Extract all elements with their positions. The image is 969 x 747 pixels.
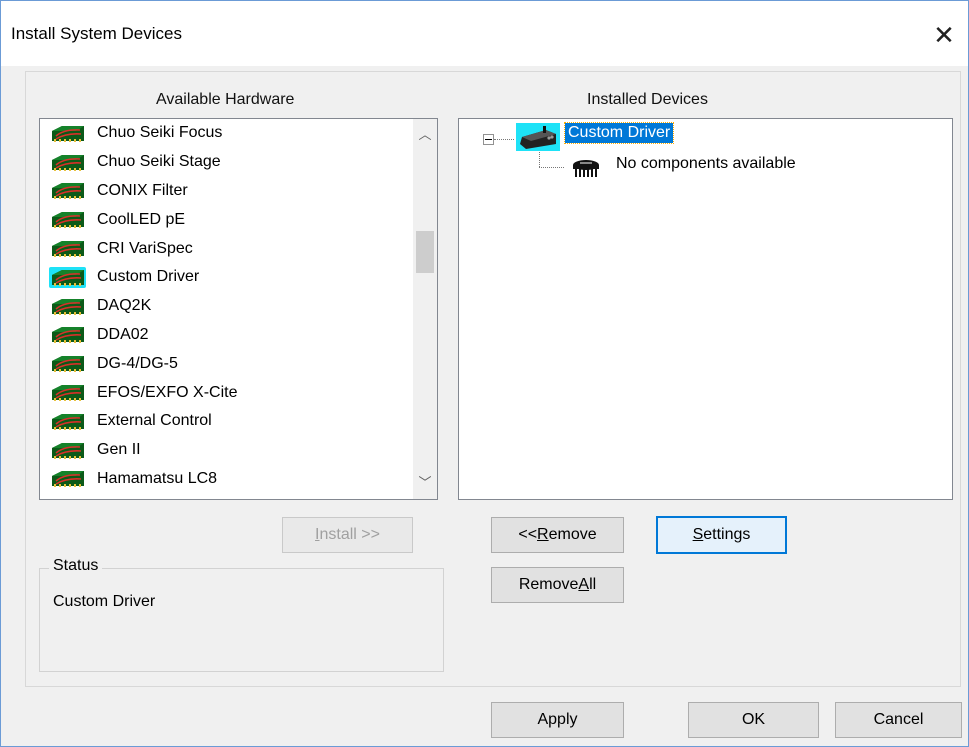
title-bar: Install System Devices ✕ bbox=[1, 1, 968, 66]
hardware-list-item[interactable]: Chuo Seiki Stage bbox=[40, 148, 412, 177]
install-button-label-post: nstall >> bbox=[319, 526, 380, 543]
close-icon[interactable]: ✕ bbox=[924, 15, 964, 55]
tree-node-custom-driver[interactable]: Custom Driver bbox=[563, 122, 675, 144]
hardware-list-item[interactable]: Custom Driver bbox=[40, 263, 412, 292]
hardware-list-item[interactable]: Hamamatsu LC8 bbox=[40, 465, 412, 494]
remove-button-label-pre: << bbox=[518, 526, 538, 543]
installed-devices-tree[interactable]: Custom Driver No components available bbox=[458, 118, 953, 500]
tree-connector bbox=[494, 139, 514, 140]
vertical-scrollbar[interactable]: ︿ ﹀ bbox=[413, 119, 437, 499]
hardware-list-item-label: Chuo Seiki Focus bbox=[97, 124, 223, 142]
hardware-list-item[interactable]: DDA02 bbox=[40, 321, 412, 350]
hardware-list-item-label: EFOS/EXFO X-Cite bbox=[97, 383, 238, 401]
hardware-list-item-label: Hamamatsu LC8 bbox=[97, 469, 218, 487]
hardware-list-item-label: DG-4/DG-5 bbox=[97, 354, 178, 372]
status-text: Custom Driver bbox=[53, 593, 156, 610]
hardware-list-item[interactable]: Chuo Seiki Focus bbox=[40, 119, 412, 148]
hardware-card-icon bbox=[49, 266, 86, 288]
remove-button[interactable]: << Remove bbox=[491, 517, 624, 553]
dialog-title: Install System Devices bbox=[11, 24, 182, 43]
hardware-list-item-label: CRI VariSpec bbox=[97, 239, 193, 257]
remove-all-button-label-pre: Remove bbox=[518, 576, 579, 593]
tree-connector bbox=[539, 167, 564, 168]
hardware-list-item[interactable]: CoolLED pE bbox=[40, 205, 412, 234]
hardware-list-item[interactable]: Gen II bbox=[40, 436, 412, 465]
hardware-list-item-label: Gen II bbox=[97, 441, 141, 459]
hardware-list-item-label: CONIX Filter bbox=[97, 181, 188, 199]
hardware-card-icon bbox=[49, 324, 86, 345]
remove-button-label-post: emove bbox=[548, 526, 597, 543]
hardware-card-icon bbox=[49, 180, 86, 201]
status-legend: Status bbox=[49, 557, 103, 575]
hardware-list-item[interactable]: CONIX Filter bbox=[40, 177, 412, 206]
remove-all-button-label-post: ll bbox=[589, 576, 597, 593]
tree-connector bbox=[539, 149, 540, 167]
hardware-card-icon bbox=[49, 440, 86, 461]
ok-button[interactable]: OK bbox=[688, 702, 819, 738]
status-group-frame bbox=[39, 568, 444, 672]
hardware-card-icon bbox=[49, 238, 86, 259]
hardware-list-item[interactable]: External Control bbox=[40, 407, 412, 436]
settings-button-label-post: ettings bbox=[703, 526, 751, 543]
hardware-list-item-label: CoolLED pE bbox=[97, 210, 186, 228]
hardware-card-icon bbox=[49, 296, 86, 317]
hardware-list-item[interactable]: CRI VariSpec bbox=[40, 234, 412, 263]
collapse-expander-icon[interactable] bbox=[483, 134, 494, 145]
hardware-list-item[interactable]: DG-4/DG-5 bbox=[40, 349, 412, 378]
installed-devices-heading: Installed Devices bbox=[587, 91, 708, 108]
hardware-card-icon bbox=[49, 123, 86, 144]
custom-driver-device-icon bbox=[516, 123, 560, 151]
hardware-list-item[interactable]: DAQ2K bbox=[40, 292, 412, 321]
hardware-card-icon bbox=[49, 382, 86, 403]
hardware-list-items: Chuo Seiki Focus Chuo Seiki Stage CONIX Fi… bbox=[40, 119, 412, 493]
scrollbar-thumb[interactable] bbox=[416, 231, 434, 273]
cancel-button[interactable]: Cancel bbox=[835, 702, 962, 738]
settings-button-access-key: S bbox=[692, 526, 704, 543]
hardware-list-item-label: DAQ2K bbox=[97, 297, 152, 315]
hardware-card-icon bbox=[49, 411, 86, 432]
hardware-card-icon bbox=[49, 209, 86, 230]
hardware-list-item-label: Chuo Seiki Stage bbox=[97, 153, 221, 171]
hardware-list-item[interactable]: EFOS/EXFO X-Cite bbox=[40, 378, 412, 407]
remove-all-button[interactable]: Remove All bbox=[491, 567, 624, 603]
hardware-card-icon bbox=[49, 152, 86, 173]
remove-button-access-key: R bbox=[537, 526, 549, 543]
apply-button[interactable]: Apply bbox=[491, 702, 624, 738]
tree-node-no-components[interactable]: No components available bbox=[616, 155, 796, 173]
install-system-devices-dialog: Install System Devices ✕ Available Hardw… bbox=[0, 0, 969, 747]
install-button[interactable]: Install >> bbox=[282, 517, 413, 553]
hardware-card-icon bbox=[49, 353, 86, 374]
available-hardware-list[interactable]: Chuo Seiki Focus Chuo Seiki Stage CONIX Fi… bbox=[39, 118, 438, 500]
scroll-up-icon[interactable]: ︿ bbox=[413, 123, 437, 147]
components-chip-icon bbox=[566, 154, 606, 180]
hardware-list-item-label: Custom Driver bbox=[97, 268, 200, 286]
hardware-list-item-label: External Control bbox=[97, 412, 212, 430]
scroll-down-icon[interactable]: ﹀ bbox=[413, 471, 437, 495]
available-hardware-heading: Available Hardware bbox=[156, 91, 295, 108]
remove-all-button-access-key: A bbox=[578, 576, 590, 593]
hardware-card-icon bbox=[49, 468, 86, 489]
hardware-list-item-label: DDA02 bbox=[97, 325, 149, 343]
settings-button[interactable]: Settings bbox=[656, 516, 787, 554]
